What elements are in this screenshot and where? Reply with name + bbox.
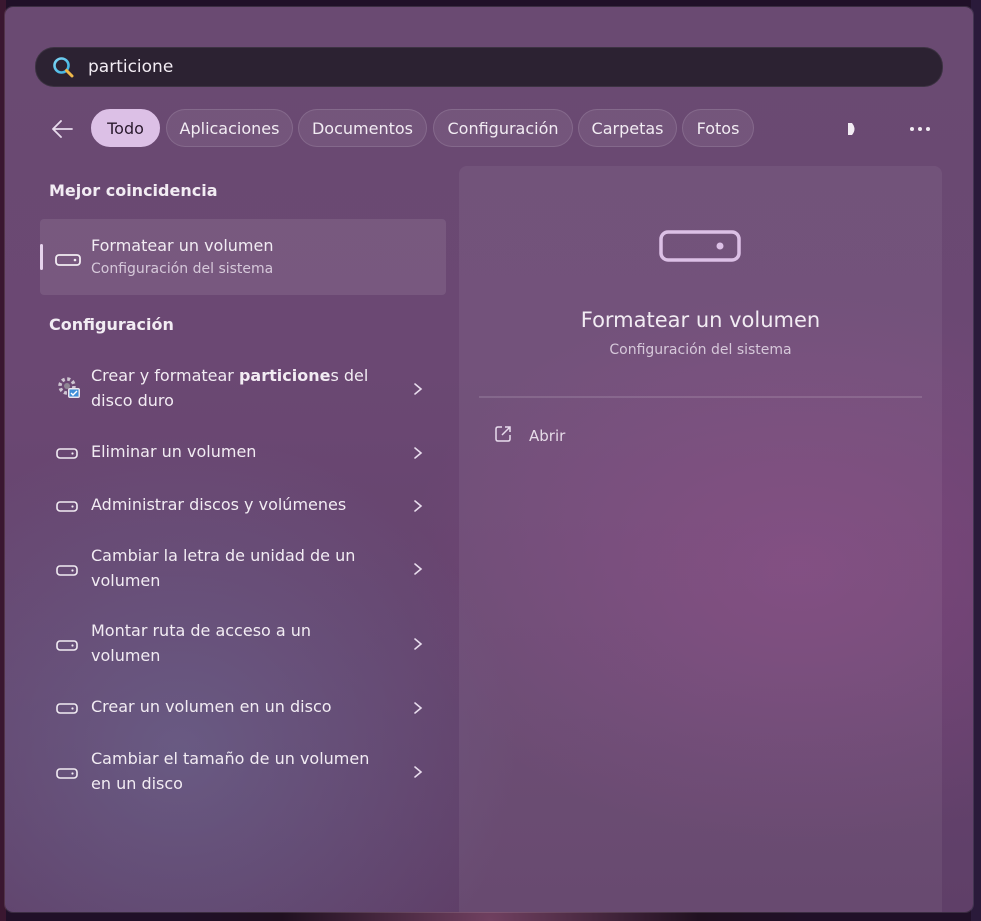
search-icon bbox=[52, 56, 74, 78]
best-match-heading: Mejor coincidencia bbox=[49, 181, 218, 200]
drive-icon bbox=[55, 251, 81, 270]
best-match-title: Formatear un volumen bbox=[91, 236, 274, 255]
settings-item-label: Crear un volumen en un disco bbox=[91, 697, 332, 716]
settings-item[interactable]: Crear y formatear particiones del disco … bbox=[40, 363, 446, 413]
settings-item[interactable]: Montar ruta de acceso a un volumen bbox=[40, 618, 446, 668]
drive-icon bbox=[56, 562, 78, 581]
settings-item-label: Cambiar el tamaño de un volumen en un di… bbox=[91, 749, 370, 793]
settings-item-label: Montar ruta de acceso a un volumen bbox=[91, 621, 312, 665]
filter-carpetas[interactable]: Carpetas bbox=[578, 109, 677, 147]
drive-icon bbox=[56, 498, 78, 517]
play-icon[interactable] bbox=[843, 119, 863, 139]
filter-fotos[interactable]: Fotos bbox=[682, 109, 754, 147]
drive-icon bbox=[56, 637, 78, 656]
chevron-right-icon bbox=[412, 700, 424, 714]
drive-icon bbox=[56, 445, 78, 464]
settings-item[interactable]: Cambiar la letra de unidad de un volumen bbox=[40, 543, 446, 593]
system-settings-icon bbox=[56, 375, 82, 405]
settings-item-label: Eliminar un volumen bbox=[91, 442, 257, 461]
chevron-right-icon bbox=[412, 764, 424, 778]
settings-item-label: Administrar discos y volúmenes bbox=[91, 495, 347, 514]
search-input[interactable] bbox=[86, 56, 910, 78]
preview-subtitle: Configuración del sistema bbox=[609, 342, 792, 358]
drive-icon bbox=[56, 765, 78, 784]
chevron-right-icon bbox=[412, 381, 424, 395]
settings-heading: Configuración bbox=[49, 315, 174, 334]
settings-item[interactable]: Eliminar un volumen bbox=[40, 439, 446, 464]
search-window: Todo Aplicaciones Documentos Configuraci… bbox=[5, 7, 973, 912]
filter-documentos[interactable]: Documentos bbox=[298, 109, 427, 147]
open-label: Abrir bbox=[529, 427, 566, 445]
chevron-right-icon bbox=[412, 445, 424, 459]
settings-item-label: Crear y formatear particiones del disco … bbox=[91, 366, 369, 410]
filter-aplicaciones[interactable]: Aplicaciones bbox=[166, 109, 293, 147]
drive-icon bbox=[659, 230, 741, 268]
best-match-subtitle: Configuración del sistema bbox=[91, 261, 274, 277]
preview-panel: Formatear un volumen Configuración del s… bbox=[459, 166, 942, 912]
more-options-icon[interactable] bbox=[907, 119, 933, 139]
filter-todo[interactable]: Todo bbox=[91, 109, 160, 147]
filter-configuracion[interactable]: Configuración bbox=[433, 109, 573, 147]
selection-indicator bbox=[40, 244, 43, 270]
chevron-right-icon bbox=[412, 636, 424, 650]
chevron-right-icon bbox=[412, 561, 424, 575]
back-arrow-icon[interactable] bbox=[49, 117, 75, 141]
settings-item[interactable]: Crear un volumen en un disco bbox=[40, 694, 446, 719]
drive-icon bbox=[56, 700, 78, 719]
open-external-icon bbox=[493, 424, 513, 448]
settings-item[interactable]: Cambiar el tamaño de un volumen en un di… bbox=[40, 746, 446, 796]
search-box[interactable] bbox=[35, 47, 943, 87]
settings-item-label: Cambiar la letra de unidad de un volumen bbox=[91, 546, 356, 590]
best-match-result[interactable]: Formatear un volumen Configuración del s… bbox=[40, 219, 446, 295]
settings-item[interactable]: Administrar discos y volúmenes bbox=[40, 492, 446, 517]
filter-bar: Todo Aplicaciones Documentos Configuraci… bbox=[5, 109, 973, 149]
preview-title: Formatear un volumen bbox=[580, 308, 821, 332]
open-action[interactable]: Abrir bbox=[493, 424, 565, 448]
chevron-right-icon bbox=[412, 498, 424, 512]
divider bbox=[479, 396, 922, 398]
